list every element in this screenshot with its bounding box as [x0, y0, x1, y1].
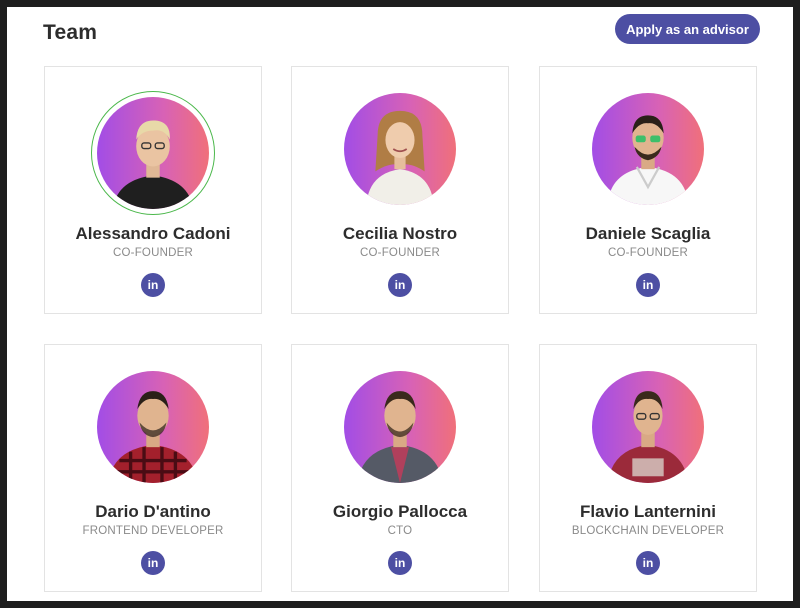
- linkedin-icon[interactable]: in: [141, 273, 165, 297]
- avatar-ring: [91, 91, 215, 215]
- member-role: CO-FOUNDER: [360, 247, 440, 259]
- avatar-wrap: [592, 371, 704, 483]
- avatar-wrap: [97, 371, 209, 483]
- linkedin-icon[interactable]: in: [388, 273, 412, 297]
- avatar-wrap: [344, 371, 456, 483]
- team-section: Team Apply as an advisor Alessandro Cado…: [7, 7, 793, 601]
- person-photo: [607, 391, 689, 483]
- member-role: CTO: [387, 525, 413, 537]
- avatar-wrap: [592, 93, 704, 205]
- person-photo: [366, 110, 434, 205]
- member-name: Daniele Scaglia: [585, 224, 711, 243]
- linkedin-icon[interactable]: in: [636, 551, 660, 575]
- avatar-wrap: [344, 93, 456, 205]
- linkedin-icon[interactable]: in: [388, 551, 412, 575]
- team-card: Cecilia Nostro CO-FOUNDER in: [291, 66, 509, 314]
- team-card: Flavio Lanternini BLOCKCHAIN DEVELOPER i…: [539, 344, 757, 592]
- avatar: [592, 371, 704, 483]
- person-photo: [607, 115, 689, 205]
- team-card: Giorgio Pallocca CTO in: [291, 344, 509, 592]
- person-photo: [112, 120, 194, 209]
- avatar: [97, 97, 209, 209]
- apply-advisor-button[interactable]: Apply as an advisor: [615, 14, 760, 44]
- member-role: FRONTEND DEVELOPER: [82, 525, 224, 537]
- section-title: Team: [43, 21, 98, 44]
- person-photo: [108, 391, 198, 483]
- member-name: Flavio Lanternini: [579, 502, 717, 521]
- linkedin-icon[interactable]: in: [636, 273, 660, 297]
- avatar: [97, 371, 209, 483]
- team-card: Daniele Scaglia CO-FOUNDER in: [539, 66, 757, 314]
- member-role: CO-FOUNDER: [113, 247, 193, 259]
- avatar: [344, 371, 456, 483]
- member-name: Alessandro Cadoni: [75, 224, 231, 243]
- avatar: [592, 93, 704, 205]
- member-name: Giorgio Pallocca: [332, 502, 468, 521]
- member-role: BLOCKCHAIN DEVELOPER: [571, 525, 725, 537]
- member-name: Dario D'antino: [95, 502, 211, 521]
- linkedin-icon[interactable]: in: [141, 551, 165, 575]
- team-card: Alessandro Cadoni CO-FOUNDER in: [44, 66, 262, 314]
- team-card: Dario D'antino FRONTEND DEVELOPER in: [44, 344, 262, 592]
- member-role: CO-FOUNDER: [608, 247, 688, 259]
- member-name: Cecilia Nostro: [342, 224, 458, 243]
- person-photo: [357, 391, 443, 483]
- avatar: [344, 93, 456, 205]
